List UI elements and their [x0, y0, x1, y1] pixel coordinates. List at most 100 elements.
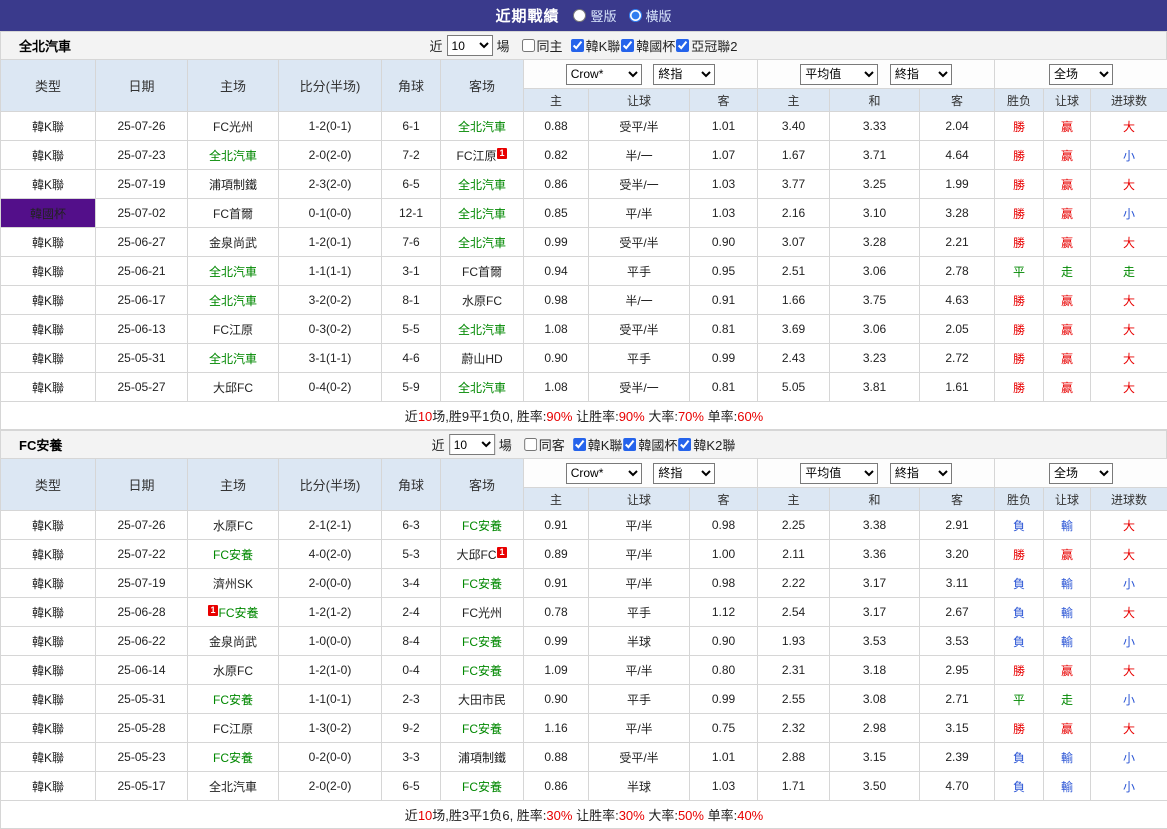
away-team-cell[interactable]: 蔚山HD	[441, 344, 524, 373]
euro-home-odds: 3.69	[758, 315, 830, 344]
score-cell: 2-3(2-0)	[279, 170, 382, 199]
home-team-cell[interactable]: FC光州	[188, 112, 279, 141]
league-filter[interactable]: 韓K聯	[571, 36, 621, 55]
league-filter-checkbox[interactable]	[571, 39, 584, 52]
home-team-cell[interactable]: 濟州SK	[188, 569, 279, 598]
home-team-cell[interactable]: 金泉尚武	[188, 627, 279, 656]
asian-stage-select[interactable]: 終指	[653, 463, 715, 484]
league-filter[interactable]: 韓K聯	[573, 435, 623, 454]
league-filter[interactable]: 韓K2聯	[678, 435, 735, 454]
asian-home-odds: 0.78	[524, 598, 589, 627]
away-team-cell[interactable]: 全北汽車	[441, 228, 524, 257]
away-team-name: FC光州	[462, 606, 502, 620]
away-team-cell[interactable]: FC首爾	[441, 257, 524, 286]
away-team-cell[interactable]: FC安養	[441, 569, 524, 598]
home-team-cell[interactable]: FC江原	[188, 315, 279, 344]
home-team-cell[interactable]: FC首爾	[188, 199, 279, 228]
league-filter-checkbox[interactable]	[676, 39, 689, 52]
home-team-name: FC光州	[213, 120, 253, 134]
same-side-filter[interactable]: 同客	[524, 435, 565, 454]
average-select[interactable]: 平均值	[800, 463, 878, 484]
asian-handicap: 平/半	[589, 714, 690, 743]
col-euro-away: 客	[920, 488, 995, 511]
league-filter[interactable]: 韓國杯	[623, 435, 677, 454]
away-team-cell[interactable]: FC光州	[441, 598, 524, 627]
match-date-cell: 25-05-23	[96, 743, 188, 772]
league-filter[interactable]: 韓國杯	[621, 36, 675, 55]
asian-stage-select[interactable]: 終指	[653, 64, 715, 85]
scope-select[interactable]: 全场	[1049, 64, 1113, 85]
home-team-cell[interactable]: 水原FC	[188, 656, 279, 685]
home-team-cell[interactable]: FC安養	[188, 540, 279, 569]
result-goals-cell: 大	[1091, 315, 1167, 344]
home-team-cell[interactable]: 浦項制鐵	[188, 170, 279, 199]
average-select[interactable]: 平均值	[800, 64, 878, 85]
away-team-cell[interactable]: 全北汽車	[441, 373, 524, 402]
away-team-cell[interactable]: 大邱FC1	[441, 540, 524, 569]
home-team-name: 浦項制鐵	[209, 178, 257, 192]
match-row: 韓K聯25-06-22金泉尚武1-0(0-0)8-4FC安養0.99半球0.90…	[1, 627, 1167, 656]
euro-stage-select[interactable]: 終指	[890, 463, 952, 484]
euro-stage-select[interactable]: 終指	[890, 64, 952, 85]
away-team-cell[interactable]: 水原FC	[441, 286, 524, 315]
away-team-cell[interactable]: 大田市民	[441, 685, 524, 714]
layout-radio[interactable]: 豎版	[573, 6, 616, 25]
away-team-cell[interactable]: FC安養	[441, 772, 524, 801]
games-count-select[interactable]: 10	[447, 35, 493, 56]
home-team-cell[interactable]: 1FC安養	[188, 598, 279, 627]
home-team-cell[interactable]: 大邱FC	[188, 373, 279, 402]
home-team-cell[interactable]: 全北汽車	[188, 257, 279, 286]
away-team-cell[interactable]: 浦項制鐵	[441, 743, 524, 772]
same-side-checkbox[interactable]	[522, 39, 535, 52]
away-team-cell[interactable]: FC安養	[441, 656, 524, 685]
home-team-cell[interactable]: 全北汽車	[188, 141, 279, 170]
games-count-select[interactable]: 10	[449, 434, 495, 455]
score-cell: 1-2(1-2)	[279, 598, 382, 627]
score-cell: 2-1(2-1)	[279, 511, 382, 540]
col-type: 类型	[1, 60, 96, 112]
euro-away-odds: 4.64	[920, 141, 995, 170]
same-side-filter[interactable]: 同主	[522, 36, 563, 55]
scope-select[interactable]: 全场	[1049, 463, 1113, 484]
league-filter-checkbox[interactable]	[621, 39, 634, 52]
away-team-cell[interactable]: FC安養	[441, 714, 524, 743]
away-team-cell[interactable]: 全北汽車	[441, 199, 524, 228]
league-filter-label: 韓K2聯	[693, 435, 735, 454]
league-filter-checkbox[interactable]	[573, 438, 586, 451]
summary-segment: 近	[405, 808, 418, 823]
home-team-cell[interactable]: FC安養	[188, 743, 279, 772]
home-team-cell[interactable]: 全北汽車	[188, 772, 279, 801]
layout-radio[interactable]: 橫版	[629, 6, 672, 25]
layout-radio-input[interactable]	[573, 9, 586, 22]
home-team-cell[interactable]: 全北汽車	[188, 344, 279, 373]
league-filter-checkbox[interactable]	[623, 438, 636, 451]
home-team-cell[interactable]: FC江原	[188, 714, 279, 743]
euro-home-odds: 2.54	[758, 598, 830, 627]
euro-draw-odds: 3.36	[830, 540, 920, 569]
home-team-cell[interactable]: 水原FC	[188, 511, 279, 540]
home-team-cell[interactable]: 全北汽車	[188, 286, 279, 315]
asian-away-odds: 0.91	[690, 286, 758, 315]
layout-radio-input[interactable]	[629, 9, 642, 22]
away-team-cell[interactable]: FC安養	[441, 511, 524, 540]
away-team-cell[interactable]: FC安養	[441, 627, 524, 656]
league-filter-checkbox[interactable]	[678, 438, 691, 451]
odds-company-select[interactable]: Crow*	[566, 463, 642, 484]
away-team-cell[interactable]: 全北汽車	[441, 170, 524, 199]
away-team-cell[interactable]: 全北汽車	[441, 315, 524, 344]
home-team-cell[interactable]: FC安養	[188, 685, 279, 714]
home-team-cell[interactable]: 金泉尚武	[188, 228, 279, 257]
asian-away-odds: 0.81	[690, 315, 758, 344]
home-team-name: 金泉尚武	[209, 635, 257, 649]
summary-segment: 场,胜9平1负0, 胜率:	[432, 409, 546, 424]
same-side-checkbox[interactable]	[524, 438, 537, 451]
result-outcome-cell: 勝	[995, 540, 1044, 569]
odds-company-select[interactable]: Crow*	[566, 64, 642, 85]
away-team-cell[interactable]: 全北汽車	[441, 112, 524, 141]
euro-home-odds: 2.88	[758, 743, 830, 772]
league-filter[interactable]: 亞冠聯2	[676, 36, 737, 55]
away-team-cell[interactable]: FC江原1	[441, 141, 524, 170]
match-date-cell: 25-07-26	[96, 511, 188, 540]
score-cell: 3-1(1-1)	[279, 344, 382, 373]
asian-handicap: 受半/一	[589, 170, 690, 199]
